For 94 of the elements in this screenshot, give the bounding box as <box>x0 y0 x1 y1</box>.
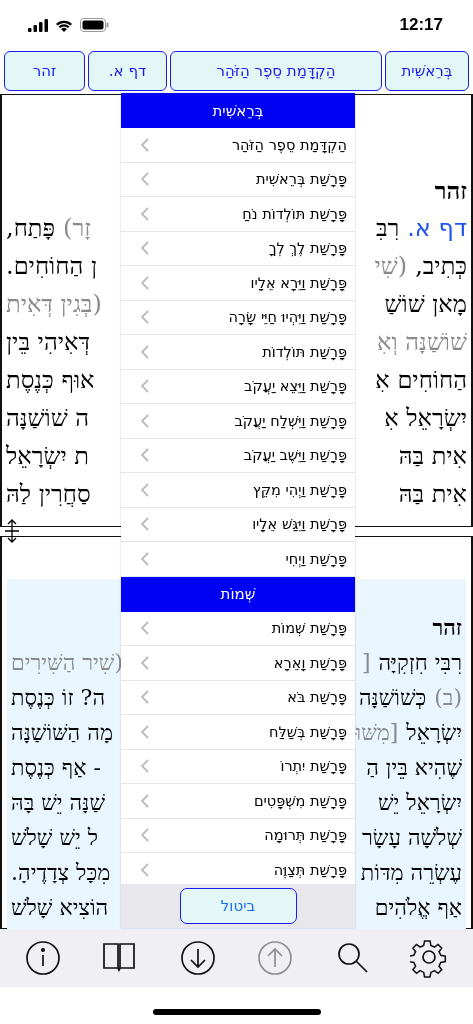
passage-text: אוּף כְּנֶסֶת <box>6 366 95 394</box>
section-header: שְׁמוֹת <box>121 576 355 612</box>
chevron-icon <box>141 828 149 843</box>
chevron-icon <box>141 379 149 394</box>
home-indicator[interactable] <box>152 1008 321 1015</box>
menu-item[interactable]: פָּרָשַׁת תּוֹלְדוֹת <box>121 335 355 370</box>
section-heading: זהר <box>434 175 467 205</box>
menu-item[interactable]: פָּרָשַׁת וַיִּהְיוּ חַיֵּי שָׂרָה <box>121 300 355 335</box>
menu-item[interactable]: פָּרָשַׁת לֶךְ לְךָ <box>121 231 355 266</box>
menu-item[interactable]: פָּרָשַׁת וָאֵרָא <box>121 646 355 681</box>
menu-item[interactable]: פָּרָשַׁת וַיֵּשֶׁב יַעֲקֹב <box>121 438 355 473</box>
passage-text: פָּתַח, <box>6 214 56 242</box>
menu-item[interactable]: פָּרָשַׁת וַיִּשְׁלַח יַעֲקֹב <box>121 404 355 439</box>
menu-item[interactable]: פָּרָשַׁת וַיֵּצֵא יַעֲקֹב <box>121 369 355 404</box>
menu-item[interactable]: הַקְדָּמַת סֵפֶר הַזֹּהַר <box>121 128 355 163</box>
note-text: [מִשּׁוּ <box>355 719 399 746</box>
passage-text: הוֹצִיא שָׁלֹשׁ <box>11 894 109 921</box>
passage-text: עֶשְׂרֵה מִדּוֹת <box>360 859 462 886</box>
passage-text: סַחֲרִין לַהּ <box>6 480 91 508</box>
menu-item[interactable]: פָּרָשַׁת בְּשַׁלַּח <box>121 715 355 750</box>
wifi-icon <box>55 18 73 32</box>
note-text: (בְּגִין דְּאִית <box>6 290 102 318</box>
note-text: (שִׁיר הַשִּׁירִים <box>11 649 124 676</box>
note-text: זָר) <box>63 214 91 242</box>
passage-text: יִשְׂרָאֵל <box>406 719 462 746</box>
chevron-icon <box>141 690 149 705</box>
passage-text: ה? זוֹ כְּנֶסֶת <box>11 684 106 711</box>
note-text: (ב) <box>434 684 462 711</box>
passage-text: מִכָּל צְדָדֶיהָ. <box>11 859 111 886</box>
chevron-icon <box>141 862 149 877</box>
menu-item[interactable]: פָּרָשַׁת יִתְרוֹ <box>121 749 355 784</box>
chevron-icon <box>141 275 149 290</box>
passage-text: שַׁנָּה יֵשׁ בָּהּ <box>11 789 105 816</box>
menu-item[interactable]: פָּרָשַׁת וַיְהִי מִקֵּץ <box>121 473 355 508</box>
passage-text: ל יֵשׁ שָׁלֹשׁ <box>11 824 99 851</box>
passage-text: כְּשׁוֹשַׁנָּה <box>358 684 427 711</box>
chevron-icon <box>141 759 149 774</box>
passage-text: אִית בַּהּ <box>398 442 467 470</box>
nav-button[interactable]: בְּרֵאשִׁית <box>385 51 469 91</box>
menu-item[interactable]: פָּרָשַׁת תּוֹלְדוֹת נֹחַ <box>121 197 355 232</box>
chevron-icon <box>141 655 149 670</box>
chevron-icon <box>141 344 149 359</box>
passage-text: יִשְׂרָאֵל יֵשׁ <box>378 789 462 816</box>
section-header: בְּרֵאשִׁית <box>121 93 355 128</box>
chevron-icon <box>141 482 149 497</box>
passage-text: ה שׁוֹשַׁנָּה <box>6 404 90 432</box>
passage-text: ן הַחוֹחִים. <box>6 252 97 280</box>
battery-icon <box>80 18 109 32</box>
menu-item[interactable]: פָּרָשַׁת וַיִּגַּשׁ אֵלָיו <box>121 507 355 542</box>
chevron-icon <box>141 310 149 325</box>
passage-text: מָאן שׁוֹשַׁ <box>384 290 467 318</box>
chevron-icon <box>141 206 149 221</box>
passage-text: כְּתִיב, <box>415 252 467 280</box>
menu-item[interactable]: פָּרָשַׁת מִשְׁפָּטִים <box>121 784 355 819</box>
passage-text: דְּאִיהִי בֵּין <box>6 328 90 356</box>
chevron-icon <box>141 172 149 187</box>
cancel-button[interactable]: ביטול <box>179 888 297 924</box>
note-text: [ <box>361 649 371 676</box>
menu-item[interactable]: פָּרָשַׁת וַיְחִי <box>121 542 355 577</box>
nav-button[interactable]: הַקְדָּמַת סֵפֶר הַזֹּהַר <box>170 51 382 91</box>
page-reference[interactable]: דף א. <box>407 214 467 242</box>
chevron-icon <box>141 448 149 463</box>
chevron-icon <box>141 551 149 566</box>
nav-button[interactable]: דף א. <box>88 51 167 91</box>
clock-time: 12:17 <box>399 15 443 35</box>
passage-text: שֶׁהִיא בֵּין הַ <box>366 754 462 781</box>
passage-text: ת יִשְׂרָאֵל <box>6 442 89 470</box>
passage-text: אַף אֱלֹהִים <box>374 894 462 921</box>
signal-icon <box>28 18 48 32</box>
menu-item[interactable]: פָּרָשַׁת בְּרֵאשִׁית <box>121 162 355 197</box>
chevron-icon <box>141 724 149 739</box>
passage-text: יִשְׂרָאֵל אִ <box>384 404 467 432</box>
nav-button[interactable]: זהר <box>4 51 85 91</box>
menu-item[interactable]: פָּרָשַׁת בֹּא <box>121 680 355 715</box>
passage-text: רִבִּ <box>375 214 400 242</box>
chevron-icon <box>141 517 149 532</box>
chevron-icon <box>141 621 149 636</box>
note-text: שׁוֹשַׁנָּה וְאִ <box>377 328 467 356</box>
passage-text: הַחוֹחִים אִ <box>375 366 467 394</box>
note-text: (שִׁי <box>374 252 408 280</box>
chevron-icon <box>141 137 149 152</box>
menu-item[interactable]: פָּרָשַׁת וַיֵּרָא אֵלָיו <box>121 266 355 301</box>
menu-item[interactable]: פָּרָשַׁת תְּרוּמָה <box>121 818 355 853</box>
chevron-icon <box>141 241 149 256</box>
resize-handle-icon[interactable] <box>4 519 20 543</box>
passage-text: - אַף כְּנֶסֶת <box>11 754 101 781</box>
passage-text: רִבִּי חִזְקִיָּה <box>378 649 462 676</box>
passage-text: אִית בַּהּ <box>398 480 467 508</box>
chevron-icon <box>141 793 149 808</box>
passage-text: מָה הַשּׁוֹשַׁנָּה <box>11 719 113 746</box>
menu-item[interactable]: פָּרָשַׁת שְׁמוֹת <box>121 611 355 646</box>
section-heading: זהר <box>432 614 462 641</box>
passage-text: שְׁלֹשָׁה עָשָׂר <box>362 824 462 851</box>
chevron-icon <box>141 413 149 428</box>
